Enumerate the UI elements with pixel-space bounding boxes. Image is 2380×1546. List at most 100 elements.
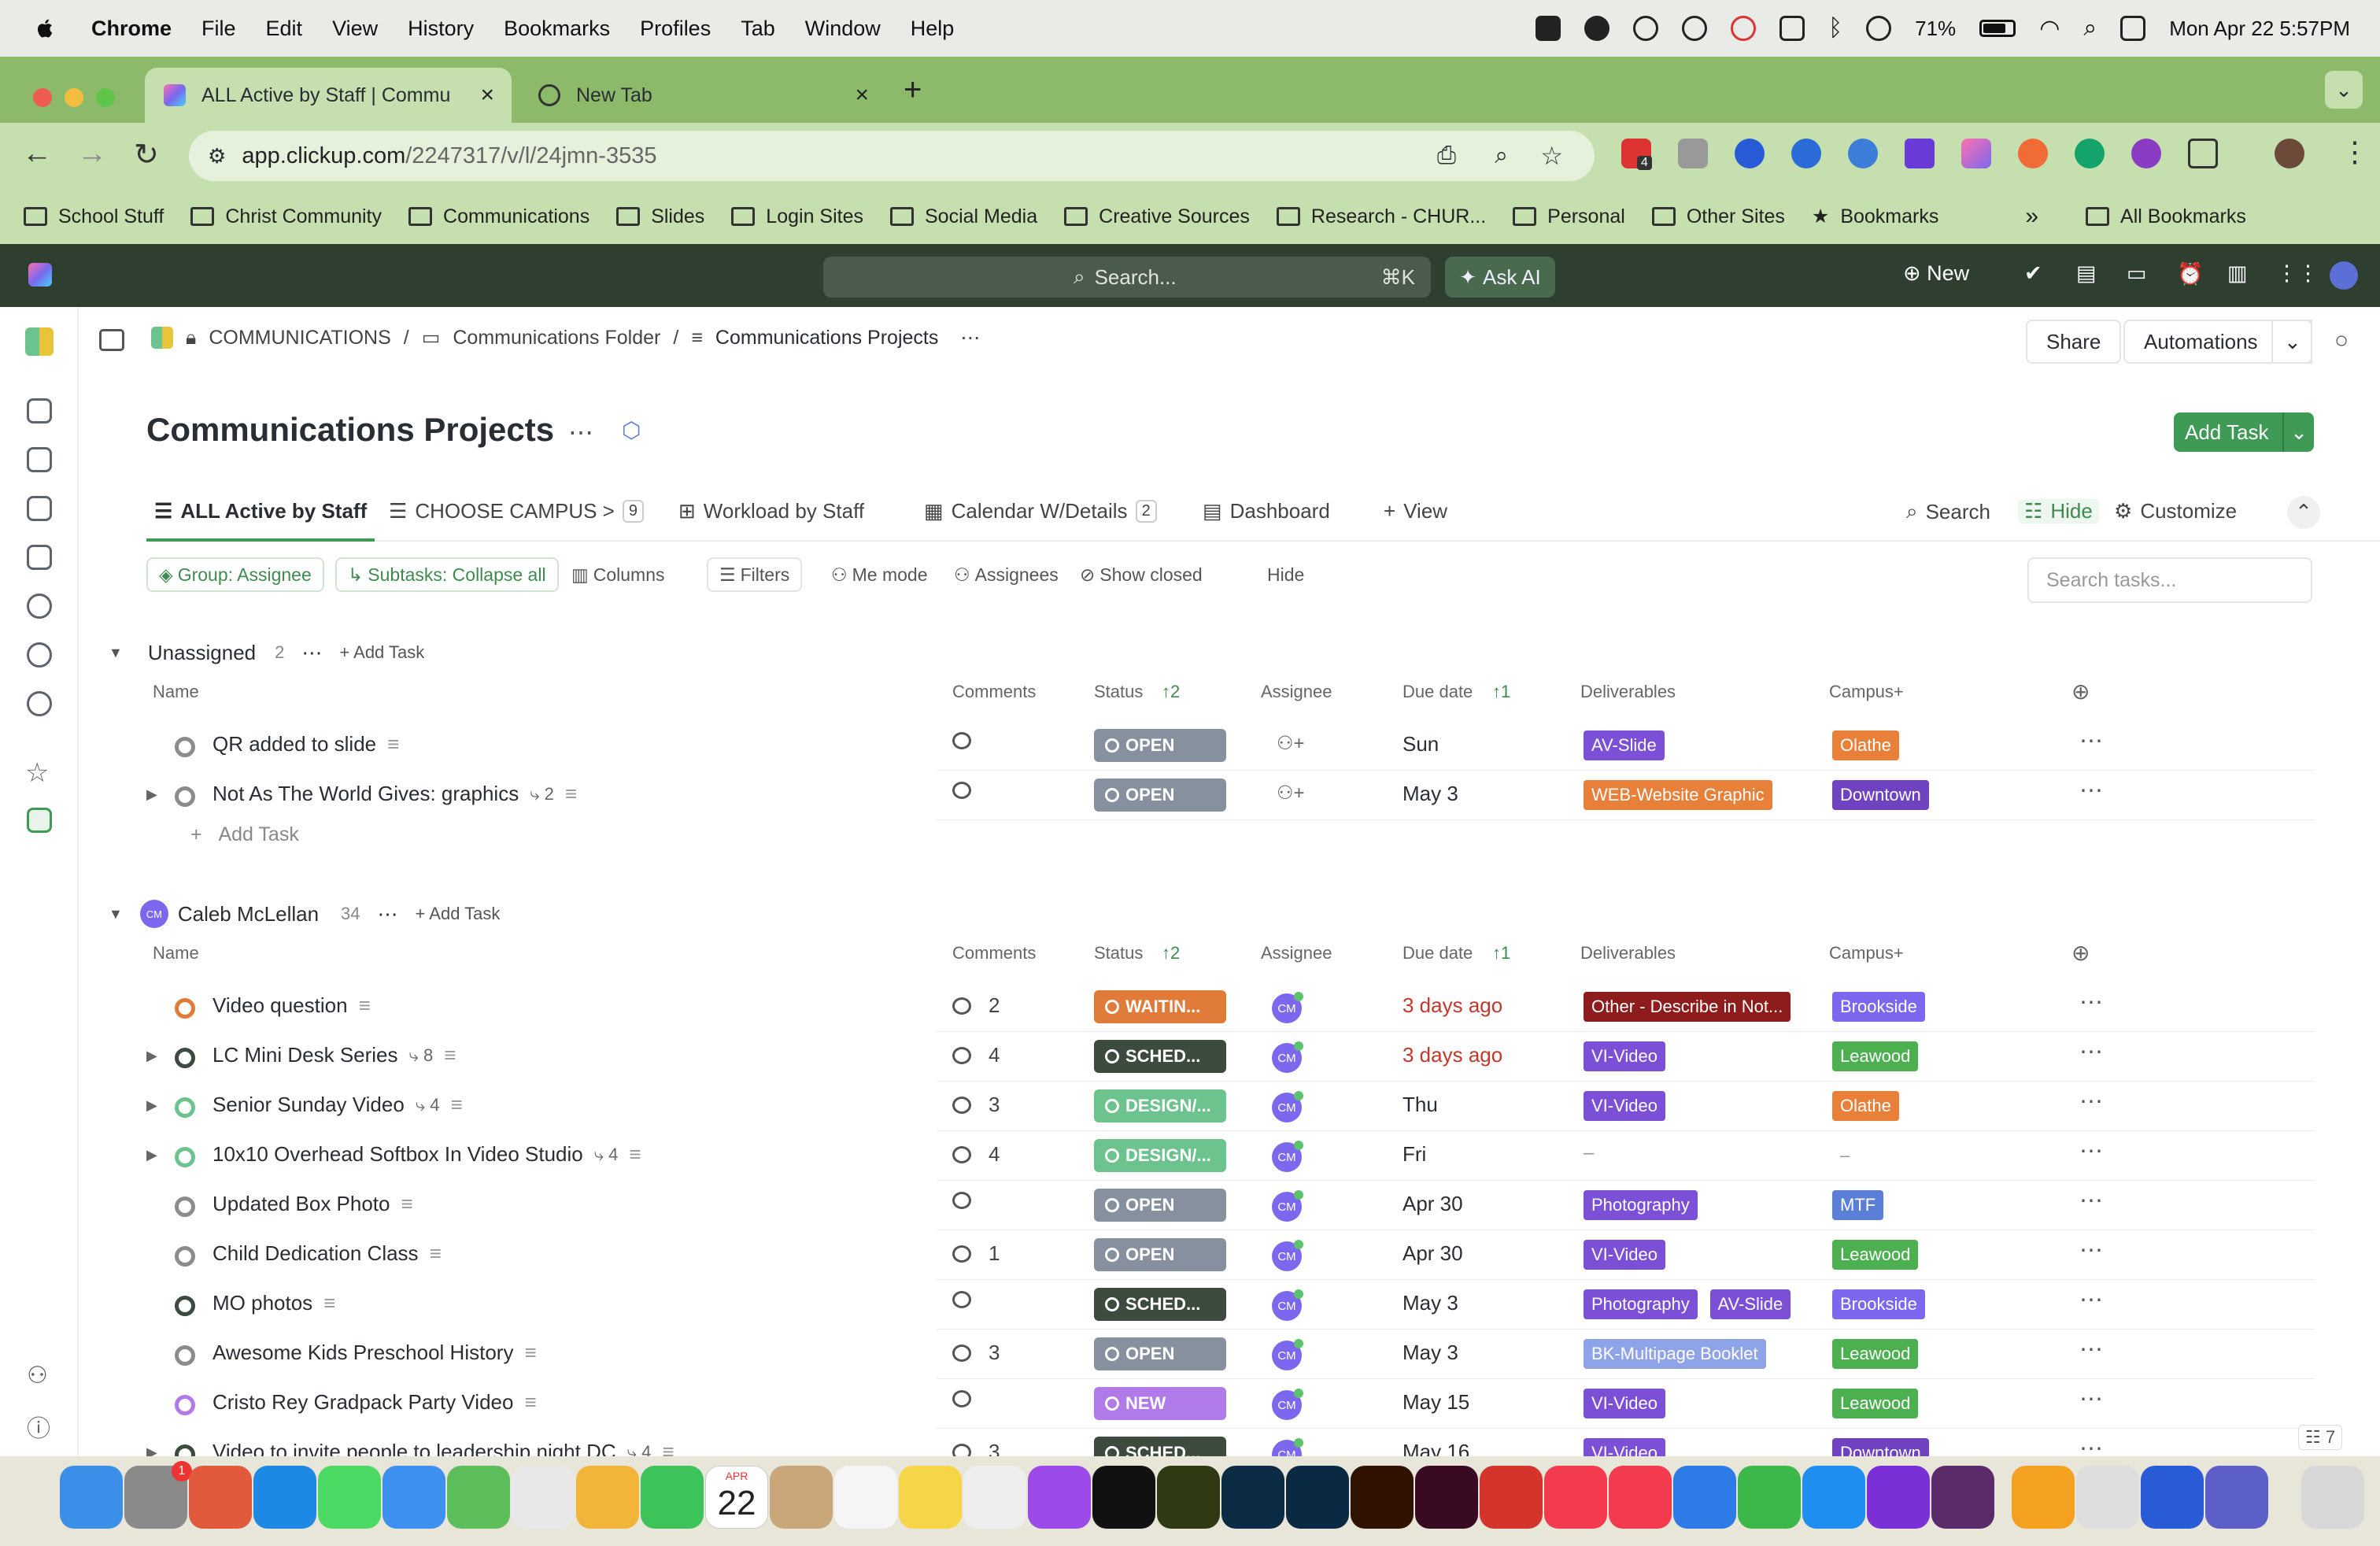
sync-icon[interactable] — [1682, 16, 1708, 41]
menu-edit[interactable]: Edit — [266, 17, 303, 41]
column-name[interactable]: Name — [153, 682, 199, 702]
new-tab-button[interactable]: + — [904, 72, 922, 108]
row-more-icon[interactable]: ⋯ — [2079, 1187, 2103, 1215]
menu-bookmarks[interactable]: Bookmarks — [504, 17, 610, 41]
comments-cell[interactable]: 1 — [952, 1241, 1000, 1266]
status-sort-indicator[interactable]: ↑2 — [1162, 943, 1180, 963]
due-date[interactable]: May 3 — [1402, 782, 1458, 806]
row-more-icon[interactable]: ⋯ — [2079, 1088, 2103, 1115]
search-tasks-input[interactable]: Search tasks... — [2027, 557, 2312, 603]
status-sort-indicator[interactable]: ↑2 — [1162, 682, 1180, 702]
column-comments[interactable]: Comments — [952, 943, 1036, 963]
docs-icon[interactable]: ▥ — [2227, 261, 2248, 286]
v-extension-icon[interactable] — [1905, 139, 1935, 168]
global-search[interactable]: ⌕ Search... ⌘K — [823, 257, 1431, 298]
bookmark-creative-sources[interactable]: Creative Sources — [1064, 205, 1250, 228]
task-name[interactable]: Updated Box Photo ≡ — [213, 1192, 413, 1216]
contacts-icon[interactable] — [770, 1466, 833, 1529]
deliverable-tag[interactable]: Photography — [1584, 1190, 1698, 1220]
tab-badge[interactable]: 2 — [1135, 500, 1157, 523]
deliverable-tag[interactable]: VI-Video — [1584, 1091, 1665, 1121]
mail-icon[interactable] — [382, 1466, 445, 1529]
column-assignee[interactable]: Assignee — [1261, 943, 1332, 963]
menu-history[interactable]: History — [408, 17, 474, 41]
show-closed-button[interactable]: ⊘ Show closed — [1069, 557, 1214, 592]
alarm-icon[interactable]: ⏰ — [2177, 261, 2204, 287]
comments-cell[interactable] — [952, 732, 971, 749]
status-circle-icon[interactable] — [175, 1196, 195, 1217]
comments-cell[interactable] — [952, 1291, 971, 1308]
menu-file[interactable]: File — [201, 17, 236, 41]
avatar[interactable]: CM — [1272, 1041, 1303, 1073]
status-circle-icon[interactable] — [175, 1147, 195, 1167]
tab-search-button[interactable]: ⌄ — [2325, 71, 2363, 109]
screen-record-icon[interactable] — [1731, 16, 1757, 41]
video-extension-icon[interactable] — [1735, 139, 1765, 168]
c-extension-icon[interactable] — [1791, 139, 1821, 168]
launchpad-icon[interactable] — [189, 1466, 252, 1529]
bookmark-star-icon[interactable]: ☆ — [1540, 141, 1563, 171]
status-circle-icon[interactable] — [175, 737, 195, 757]
table-row[interactable]: ▶ Not As The World Gives: graphics ⤷ 2 ≡ OPE… — [146, 771, 2380, 820]
bookmark-bookmarks[interactable]: ★ Bookmarks — [1812, 205, 1938, 228]
tab-dashboard[interactable]: ▤ Dashboard — [1203, 499, 1330, 523]
purple-extension-icon[interactable] — [2131, 139, 2161, 168]
notepad-icon[interactable]: ▤ — [2076, 261, 2097, 286]
favorites-star-icon[interactable]: ☆ — [25, 757, 49, 789]
subtask-count[interactable]: ⤷ 2 — [530, 784, 554, 804]
due-date[interactable]: Fri — [1402, 1142, 1426, 1167]
breadcrumb-list[interactable]: Communications Projects — [715, 327, 938, 350]
status-badge[interactable]: SCHED... — [1094, 1288, 1226, 1321]
deliverable-tag[interactable]: VI-Video — [1584, 1041, 1665, 1071]
hide-button[interactable]: Hide — [1256, 557, 1315, 592]
subtask-count[interactable]: ⤷ 8 — [409, 1045, 434, 1066]
spotlight-search-icon[interactable]: ⌕ — [2083, 15, 2097, 42]
collapse-group-icon[interactable]: ▼ — [109, 906, 123, 923]
task-name[interactable]: Senior Sunday Video ⤷ 4 ≡ — [213, 1093, 463, 1117]
clickup-logo-icon[interactable] — [28, 263, 52, 287]
close-tab-icon[interactable]: × — [855, 82, 869, 109]
task-name[interactable]: Video question ≡ — [213, 993, 371, 1018]
automations-dropdown[interactable]: ⌄ — [2271, 320, 2312, 364]
group-header-caleb[interactable]: ▼ CM Caleb McLellan 34 ⋯ + Add Task — [109, 896, 500, 932]
campus-tag[interactable]: Downtown — [1832, 780, 1929, 810]
numbers-icon[interactable] — [1738, 1466, 1801, 1529]
avatar[interactable]: CM — [1272, 1091, 1303, 1123]
campus-tag[interactable]: Leawood — [1832, 1389, 1919, 1418]
collapse-group-icon[interactable]: ▼ — [109, 645, 123, 661]
spaces-icon[interactable] — [27, 808, 52, 833]
row-more-icon[interactable]: ⋯ — [2079, 1385, 2103, 1413]
tab-all-active-by-staff[interactable]: ☰ ALL Active by Staff — [146, 499, 375, 542]
ask-ai-button[interactable]: ✦ Ask AI — [1445, 257, 1555, 298]
expand-subtasks-icon[interactable]: ▶ — [146, 786, 157, 803]
row-more-icon[interactable]: ⋯ — [2079, 989, 2103, 1016]
expand-subtasks-icon[interactable]: ▶ — [146, 1097, 157, 1114]
apple-tv-icon[interactable] — [1092, 1466, 1155, 1529]
clips-icon[interactable] — [27, 594, 52, 619]
campus-tag[interactable]: Brookside — [1832, 1289, 1925, 1319]
photoshop-icon[interactable] — [1286, 1466, 1349, 1529]
airdrop-icon[interactable] — [1866, 16, 1892, 41]
column-deliverables[interactable]: Deliverables — [1580, 943, 1676, 963]
menu-tab[interactable]: Tab — [741, 17, 775, 41]
table-row[interactable]: ▶ Senior Sunday Video ⤷ 4 ≡ 3 DESIGN/... CM Thu… — [146, 1082, 2380, 1131]
empty-deliverables[interactable]: – — [1584, 1142, 1594, 1164]
menu-window[interactable]: Window — [805, 17, 881, 41]
due-date[interactable]: Apr 30 — [1402, 1241, 1463, 1266]
creative-cloud-dock-icon[interactable] — [2012, 1466, 2075, 1529]
comments-cell[interactable]: 4 — [952, 1043, 1000, 1067]
campus-tag[interactable]: Leawood — [1832, 1240, 1919, 1270]
bookmark-other-sites[interactable]: Other Sites — [1651, 205, 1785, 228]
avatar[interactable]: CM — [1272, 1339, 1303, 1370]
address-bar[interactable]: ⚙ app.clickup.com /2247317/v/l/24jmn-353… — [189, 131, 1595, 181]
due-date[interactable]: Apr 30 — [1402, 1192, 1463, 1216]
user-avatar[interactable] — [2330, 261, 2358, 290]
subtasks-chip[interactable]: ↳ Subtasks: Collapse all — [335, 557, 559, 592]
install-app-icon[interactable]: ⎙ — [1437, 142, 1456, 169]
close-tab-icon[interactable]: × — [480, 82, 494, 109]
subtask-count[interactable]: ⤷ 4 — [416, 1095, 440, 1115]
list-info-icon[interactable]: ⬡ — [622, 417, 641, 443]
due-date[interactable]: Thu — [1402, 1093, 1438, 1117]
add-view-button[interactable]: + View — [1384, 499, 1447, 523]
status-badge[interactable]: DESIGN/... — [1094, 1139, 1226, 1172]
